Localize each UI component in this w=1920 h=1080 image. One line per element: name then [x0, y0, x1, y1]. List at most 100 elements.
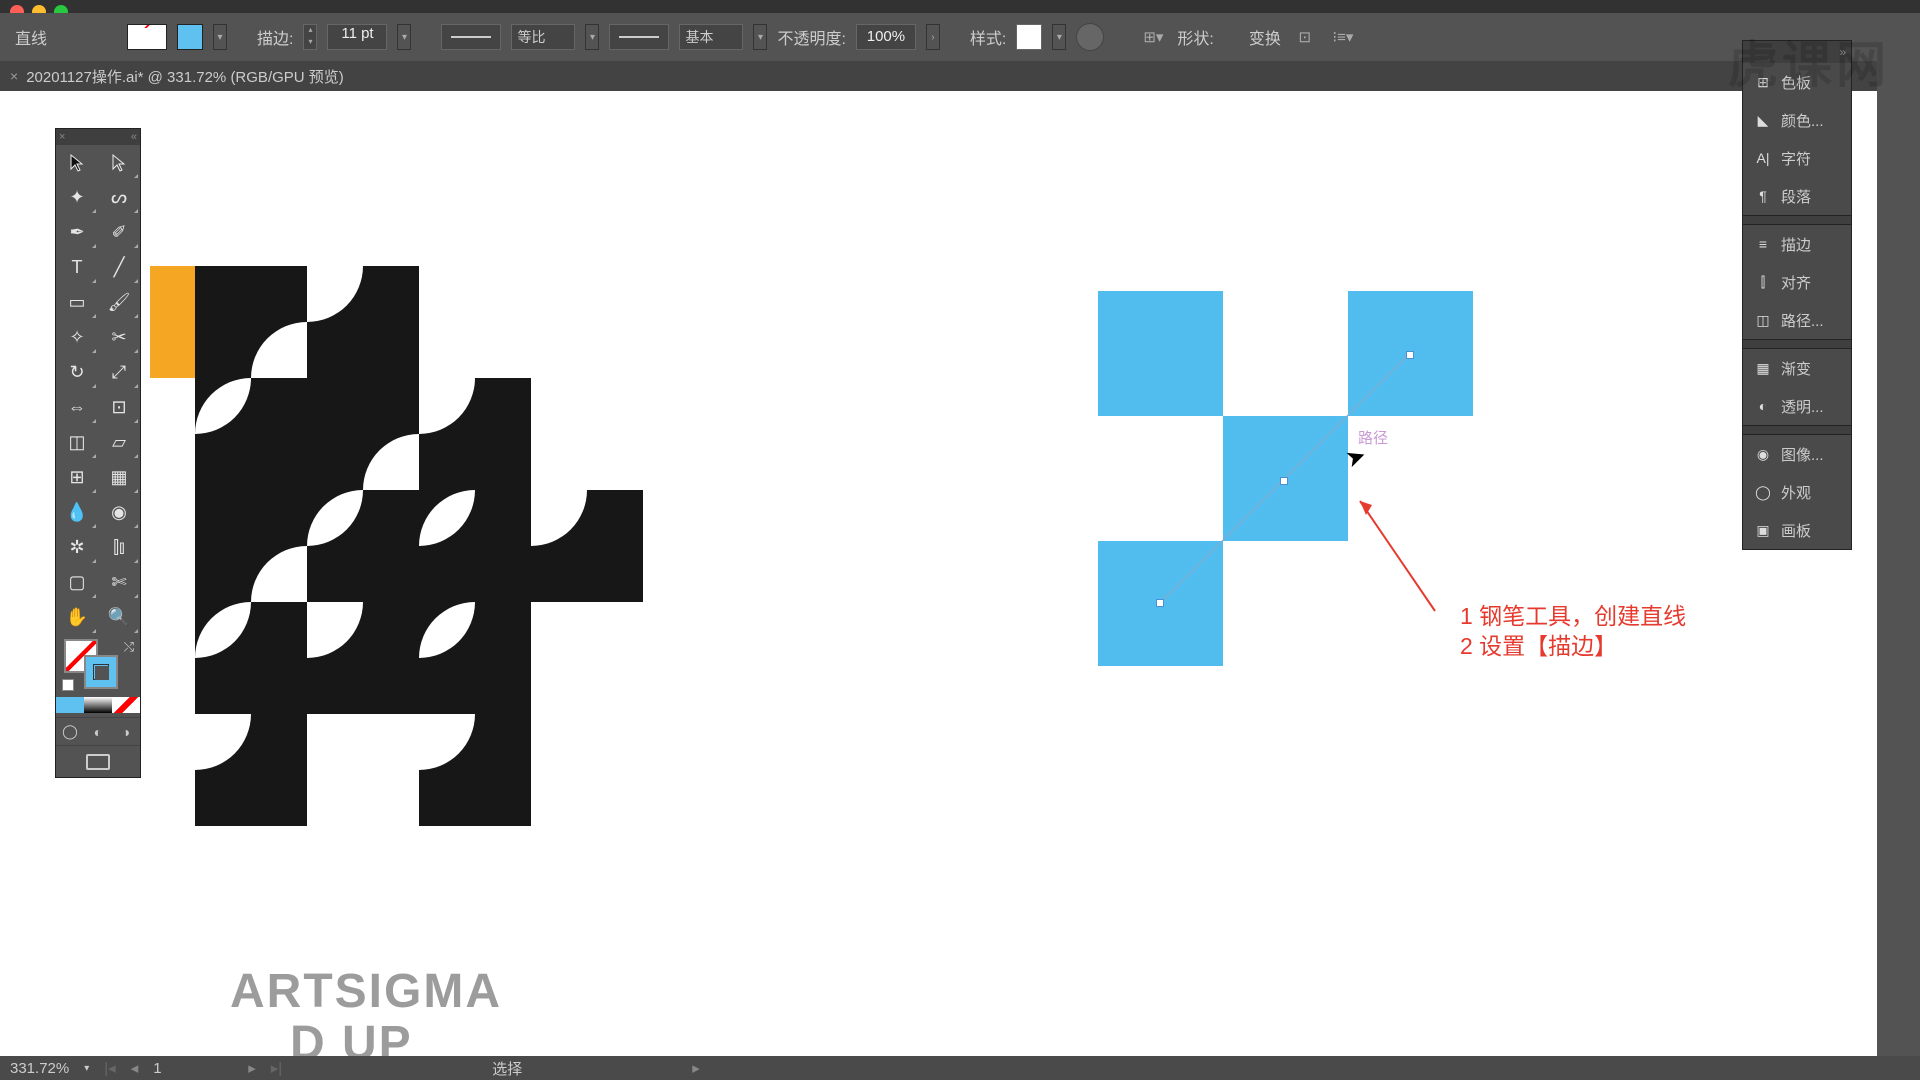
transparency-panel-tab[interactable]: ◐透明...: [1743, 387, 1851, 425]
artboard-nav-input[interactable]: [153, 1060, 233, 1077]
blend-tool[interactable]: ◉: [98, 495, 140, 530]
appearance-panel-tab[interactable]: ◯外观: [1743, 473, 1851, 511]
type-tool[interactable]: T: [56, 250, 98, 285]
rotate-tool[interactable]: ↻: [56, 355, 98, 390]
eraser-tool[interactable]: ✂: [98, 320, 140, 355]
status-tool: 选择: [492, 1058, 522, 1079]
opacity-input[interactable]: 100%: [856, 24, 916, 50]
close-tab-icon[interactable]: ×: [10, 68, 18, 84]
draw-behind[interactable]: ◐: [84, 718, 112, 745]
color-mode-none[interactable]: [112, 693, 140, 717]
color-panel-tab[interactable]: ◣颜色...: [1743, 101, 1851, 139]
status-bar: 331.72%▾ |◂ ◂ ▸ ▸| 选择 ▸: [0, 1056, 1920, 1080]
rectangle-tool[interactable]: ▭: [56, 285, 98, 320]
color-dropdown[interactable]: ▾: [213, 24, 227, 50]
canvas[interactable]: 路径 ➤ 1 钢笔工具，创建直线 2 设置【描边】 ARTSIGMA D UP: [0, 91, 1877, 1056]
brush-select[interactable]: 基本: [679, 24, 743, 50]
isolate-button[interactable]: ⊡: [1291, 23, 1319, 51]
gradient-panel-tab[interactable]: ▦渐变: [1743, 349, 1851, 387]
black-shape: [195, 490, 307, 602]
black-shape: [531, 490, 643, 602]
black-shape: [307, 490, 419, 602]
watermark: 虎课网: [1728, 25, 1890, 97]
mesh-tool[interactable]: ⊞: [56, 460, 98, 495]
draw-inside[interactable]: ◑: [112, 718, 140, 745]
black-shape: [195, 714, 307, 826]
curvature-tool[interactable]: ✐: [98, 215, 140, 250]
graphic-style-swatch[interactable]: [1016, 24, 1042, 50]
selection-tool[interactable]: [56, 145, 98, 180]
align-panel-tab[interactable]: ⫿对齐: [1743, 263, 1851, 301]
stroke-profile[interactable]: [441, 24, 501, 50]
stroke-panel-tab[interactable]: ≡描边: [1743, 225, 1851, 263]
lasso-tool[interactable]: ᔕ: [98, 180, 140, 215]
shape-builder-tool[interactable]: ◫: [56, 425, 98, 460]
zoom-level[interactable]: 331.72%: [10, 1060, 69, 1077]
artwork-text-1: ARTSIGMA: [230, 966, 502, 1018]
draw-normal[interactable]: ◯: [56, 718, 84, 745]
eyedropper-tool[interactable]: 💧: [56, 495, 98, 530]
black-shape: [307, 602, 419, 714]
color-mode-solid[interactable]: [56, 693, 84, 717]
anchor-point[interactable]: [1280, 477, 1288, 485]
more-options[interactable]: ⁝≡▾: [1329, 23, 1357, 51]
artboard-tool[interactable]: ▢: [56, 565, 98, 600]
image-trace-panel-tab[interactable]: ◉图像...: [1743, 435, 1851, 473]
black-shape: [307, 378, 419, 490]
zoom-tool[interactable]: 🔍: [98, 600, 140, 635]
paintbrush-tool[interactable]: 🖌: [98, 285, 140, 320]
screen-mode[interactable]: [56, 745, 140, 777]
symbol-sprayer-tool[interactable]: ✲: [56, 530, 98, 565]
swap-fill-stroke-icon[interactable]: ⤭: [124, 639, 134, 655]
brush-preview[interactable]: [609, 24, 669, 50]
black-shape: [195, 378, 307, 490]
anchor-point[interactable]: [1156, 599, 1164, 607]
slice-tool[interactable]: ✄: [98, 565, 140, 600]
align-button[interactable]: ⊞▾: [1139, 23, 1167, 51]
stroke-weight-input[interactable]: 11 pt: [327, 24, 387, 50]
stroke-color-swatch[interactable]: [177, 24, 203, 50]
opacity-dropdown[interactable]: ›: [926, 24, 940, 50]
fill-swatch[interactable]: [127, 24, 167, 50]
pathfinder-panel-tab[interactable]: ◫路径...: [1743, 301, 1851, 339]
draw-mode-row: ◯ ◐ ◑: [56, 717, 140, 745]
width-tool[interactable]: ⇔: [56, 390, 98, 425]
gradient-tool[interactable]: ▦: [98, 460, 140, 495]
stroke-color[interactable]: [84, 655, 118, 689]
free-transform-tool[interactable]: ⊡: [98, 390, 140, 425]
black-shape: [419, 490, 531, 602]
black-shape: [307, 266, 419, 378]
annotation-arrow: [1350, 491, 1450, 621]
color-mode-gradient[interactable]: [84, 693, 112, 717]
perspective-tool[interactable]: ▱: [98, 425, 140, 460]
document-tab-title[interactable]: 20201127操作.ai* @ 331.72% (RGB/GPU 预览): [26, 66, 344, 87]
right-edge-strip: [1877, 61, 1920, 1056]
paragraph-panel-tab[interactable]: ¶段落: [1743, 177, 1851, 215]
stroke-weight-dropdown[interactable]: ▾: [397, 24, 411, 50]
shaper-tool[interactable]: ✧: [56, 320, 98, 355]
default-fill-stroke[interactable]: [62, 679, 74, 691]
profile-dropdown[interactable]: ▾: [585, 24, 599, 50]
magic-wand-tool[interactable]: ✦: [56, 180, 98, 215]
transform-label[interactable]: 变换: [1249, 25, 1281, 49]
anchor-point[interactable]: [1406, 351, 1414, 359]
character-panel-tab[interactable]: A|字符: [1743, 139, 1851, 177]
brush-dropdown[interactable]: ▾: [753, 24, 767, 50]
profile-select[interactable]: 等比: [511, 24, 575, 50]
pen-tool[interactable]: ✒: [56, 215, 98, 250]
artboards-panel-tab[interactable]: ▣画板: [1743, 511, 1851, 549]
orange-rect: [150, 266, 195, 378]
graph-tool[interactable]: ⫿⫾: [98, 530, 140, 565]
scale-tool[interactable]: ⤢: [98, 355, 140, 390]
recolor-button[interactable]: [1076, 23, 1104, 51]
hand-tool[interactable]: ✋: [56, 600, 98, 635]
opacity-label: 不透明度:: [777, 25, 845, 49]
stroke-weight-stepper[interactable]: ▴▾: [303, 24, 317, 50]
style-dropdown[interactable]: ▾: [1052, 24, 1066, 50]
line-tool[interactable]: ╱: [98, 250, 140, 285]
tools-panel-header[interactable]: ×«: [56, 129, 140, 145]
annotation-line-2: 2 设置【描边】: [1460, 631, 1617, 661]
fill-stroke-controls[interactable]: ⤭: [56, 635, 140, 693]
direct-selection-tool[interactable]: [98, 145, 140, 180]
stroke-label: 描边:: [257, 25, 293, 49]
